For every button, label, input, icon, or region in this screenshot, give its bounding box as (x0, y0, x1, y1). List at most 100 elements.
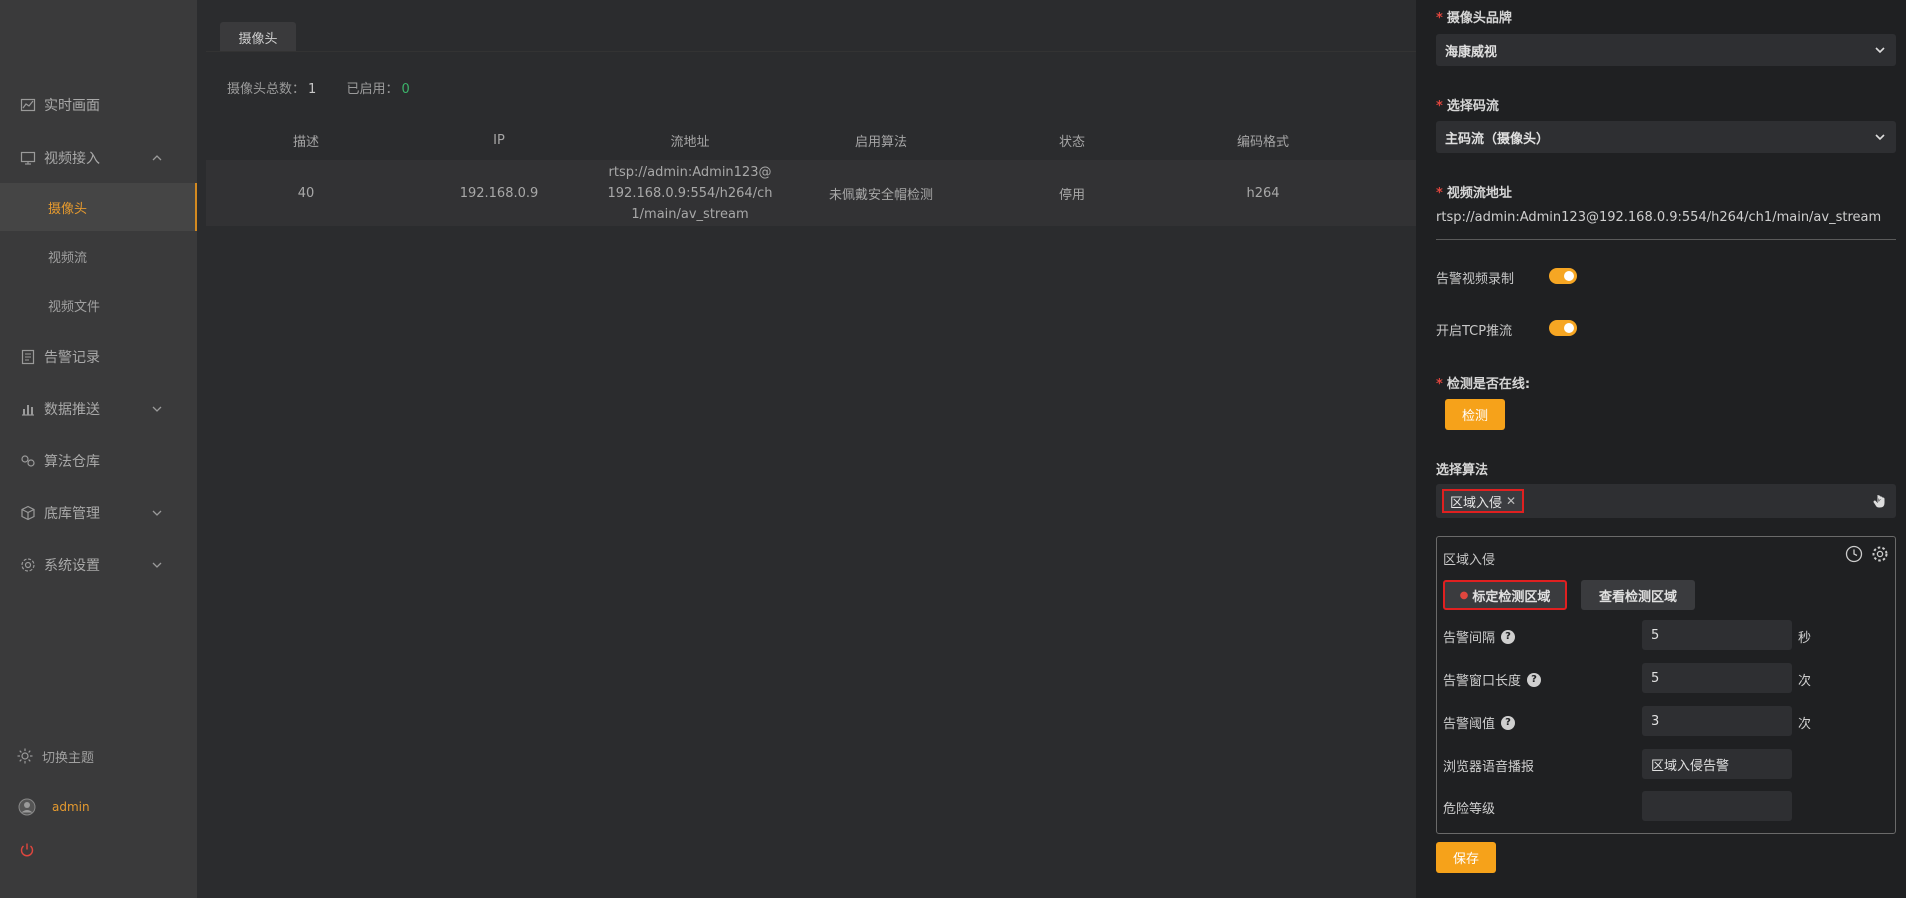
enabled-label: 已启用： (346, 82, 399, 97)
algorithm-chip[interactable]: 区域入侵 ✕ (1442, 489, 1525, 513)
avatar (18, 798, 36, 816)
column-header: 描述 (292, 134, 319, 150)
sidebar-subitem-camera[interactable]: 摄像头 (0, 183, 197, 231)
mark-area-button[interactable]: ● 标定检测区域 (1443, 580, 1567, 610)
chevron-down-icon (151, 559, 163, 571)
total-label: 摄像头总数： (227, 82, 306, 97)
user-menu[interactable]: admin (0, 797, 197, 817)
cell-ip: 192.168.0.9 (459, 185, 539, 201)
url-line: 1/main/av_stream (631, 206, 749, 222)
voice-input[interactable]: 区域入侵告警 (1642, 749, 1792, 779)
url-line: rtsp://admin:Admin123@ (608, 164, 772, 180)
main-content: 摄像头 摄像头总数： 1 已启用： 0 描述 IP 流地址 启用算法 状态 编码格式… (206, 0, 1416, 898)
close-icon[interactable]: ✕ (1506, 494, 1516, 508)
theme-toggle-label: 切换主题 (42, 750, 95, 766)
help-icon[interactable]: ? (1501, 629, 1516, 644)
algo-box-title: 区域入侵 (1443, 553, 1496, 568)
sidebar-item-library[interactable]: 底库管理 (0, 489, 197, 537)
sidebar-item-label: 数据推送 (44, 402, 100, 418)
url-label: * 视频流地址 (1436, 186, 1512, 201)
stream-url-input[interactable]: rtsp://admin:Admin123@192.168.0.9:554/h2… (1436, 208, 1896, 240)
window-unit: 次 (1798, 674, 1812, 689)
chevron-down-icon (151, 507, 163, 519)
column-header: 编码格式 (1236, 134, 1289, 150)
sidebar-item-label: 视频接入 (44, 151, 100, 167)
online-label: * 检测是否在线: (1436, 377, 1531, 392)
threshold-input[interactable]: 3 (1642, 706, 1792, 736)
help-icon[interactable]: ? (1527, 672, 1542, 687)
sidebar-subitem-video-stream[interactable]: 视频流 (0, 232, 197, 280)
document-icon (20, 349, 36, 365)
record-label: 告警视频录制 (1436, 272, 1515, 287)
threshold-label: 告警阈值? (1443, 713, 1516, 732)
mark-area-label: 标定检测区域 (1472, 589, 1551, 605)
save-button[interactable]: 保存 (1436, 842, 1496, 873)
sun-icon (17, 748, 33, 764)
sidebar: 实时画面 视频接入 摄像头 视频流 视频文件 告警记录 数据推送 算法仓库 底库… (0, 0, 197, 898)
brand-select[interactable]: 海康威视 (1436, 34, 1896, 66)
sidebar-item-video-access[interactable]: 视频接入 (0, 134, 197, 182)
sidebar-item-label: 实时画面 (44, 98, 100, 114)
chart-line-icon (20, 97, 36, 113)
column-header: 状态 (1058, 134, 1085, 150)
sidebar-subitem-label: 视频文件 (48, 299, 101, 315)
chevron-down-icon (1874, 44, 1886, 56)
sidebar-item-settings[interactable]: 系统设置 (0, 541, 197, 589)
sidebar-item-label: 系统设置 (44, 558, 100, 574)
username: admin (52, 800, 90, 814)
chevron-down-icon (1874, 131, 1886, 143)
cell-status: 停用 (1058, 187, 1085, 203)
sidebar-item-data-push[interactable]: 数据推送 (0, 385, 197, 433)
help-icon[interactable]: ? (1501, 715, 1516, 730)
algorithm-chip-label: 区域入侵 (1450, 495, 1503, 511)
box-icon (20, 505, 36, 521)
risk-input[interactable] (1642, 791, 1792, 821)
camera-stats: 摄像头总数： 1 已启用： 0 (227, 78, 410, 97)
power-icon (19, 842, 35, 858)
view-area-button[interactable]: 查看检测区域 (1581, 580, 1695, 610)
column-header: IP (493, 132, 505, 148)
cell-codec: h264 (1246, 185, 1280, 201)
cell-algorithm: 未佩戴安全帽检测 (828, 187, 933, 203)
logout-button[interactable] (0, 840, 197, 860)
sidebar-subitem-label: 视频流 (48, 250, 88, 266)
camera-edit-panel: * 摄像头品牌 海康威视 * 选择码流 主码流（摄像头） * 视频流地址 rtsp:/… (1416, 0, 1906, 898)
interval-unit: 秒 (1798, 631, 1812, 646)
chevron-up-icon (151, 152, 163, 164)
url-line: 192.168.0.9:554/h264/ch (607, 185, 773, 201)
algo-label: 选择算法 (1436, 463, 1489, 478)
sidebar-subitem-video-file[interactable]: 视频文件 (0, 281, 197, 329)
sidebar-item-alarm-records[interactable]: 告警记录 (0, 333, 197, 381)
tab-camera[interactable]: 摄像头 (220, 22, 296, 52)
enabled-value: 0 (401, 82, 410, 97)
interval-label: 告警间隔? (1443, 627, 1516, 646)
record-toggle[interactable] (1549, 268, 1577, 284)
sidebar-item-algorithm-store[interactable]: 算法仓库 (0, 437, 197, 485)
upload-icon (20, 401, 36, 417)
interval-input[interactable]: 5 (1642, 620, 1792, 650)
settings-icon (20, 557, 36, 573)
risk-label: 危险等级 (1443, 802, 1496, 817)
clock-icon[interactable] (1845, 545, 1863, 563)
sidebar-item-label: 告警记录 (44, 350, 100, 366)
monitor-icon (20, 150, 36, 166)
sidebar-item-label: 算法仓库 (44, 454, 100, 470)
gear-cluster-icon (20, 453, 36, 469)
gear-icon[interactable] (1871, 545, 1889, 563)
tcp-toggle[interactable] (1549, 320, 1577, 336)
algorithm-config-box: 区域入侵 ● 标定检测区域 查看检测区域 告警间隔? 5 秒 告警窗口长度? 5… (1436, 536, 1896, 834)
theme-toggle[interactable]: 切换主题 (0, 746, 197, 766)
required-dot-icon: ● (1459, 589, 1469, 601)
window-label: 告警窗口长度? (1443, 670, 1542, 689)
detect-button[interactable]: 检测 (1445, 399, 1505, 430)
table-row[interactable]: 40 192.168.0.9 rtsp://admin:Admin123@ 19… (206, 160, 1416, 226)
column-header: 启用算法 (854, 134, 907, 150)
sidebar-item-realtime[interactable]: 实时画面 (0, 81, 197, 129)
stream-select[interactable]: 主码流（摄像头） (1436, 121, 1896, 153)
algorithm-select[interactable]: 区域入侵 ✕ (1436, 484, 1896, 518)
table-header: 描述 IP 流地址 启用算法 状态 编码格式 (206, 120, 1416, 160)
threshold-unit: 次 (1798, 717, 1812, 732)
window-input[interactable]: 5 (1642, 663, 1792, 693)
sidebar-item-label: 底库管理 (44, 506, 100, 522)
tab-divider (206, 51, 1416, 52)
